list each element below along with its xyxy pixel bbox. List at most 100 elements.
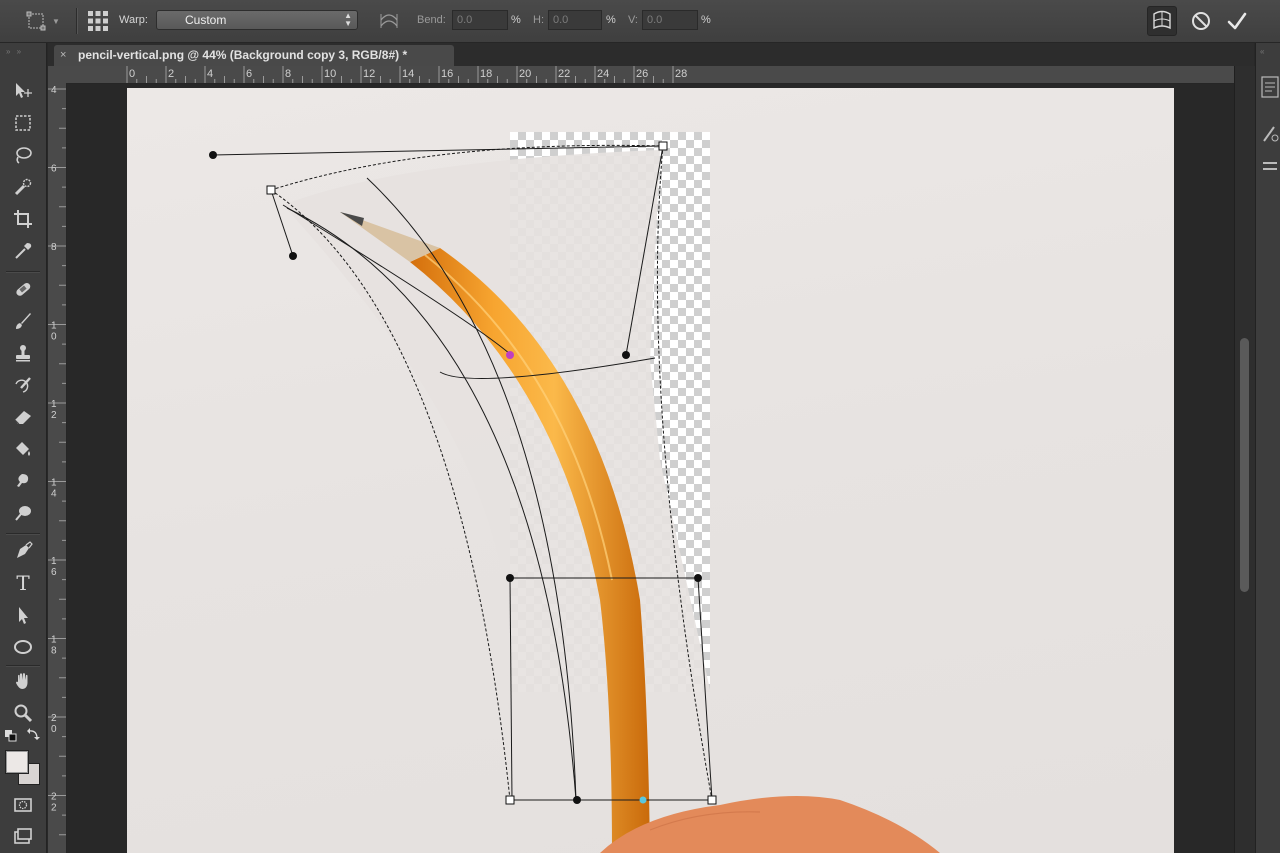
ruler-label: 12 [51, 399, 57, 421]
tool-preset-picker[interactable]: ▼ [26, 0, 70, 42]
scrollbar-thumb[interactable] [1240, 338, 1249, 592]
swap-arrows-icon [27, 728, 40, 740]
rectangular-marquee-tool[interactable] [9, 109, 37, 137]
panel-icon-c[interactable] [1260, 155, 1280, 177]
document-tab-bar: × pencil-vertical.png @ 44% (Background … [48, 43, 1254, 66]
bend-input[interactable]: 0.0 [452, 10, 508, 30]
svg-text:2: 2 [51, 410, 57, 421]
eraser-tool[interactable] [9, 403, 37, 431]
quick-selection-icon [14, 178, 32, 196]
chevron-down-icon: ▼ [52, 16, 60, 26]
eyedropper-tool[interactable] [9, 237, 37, 265]
ruler-label: 4 [51, 85, 57, 96]
paint-bucket-tool[interactable] [9, 435, 37, 463]
h-percent: % [606, 14, 616, 26]
paint-bucket-icon [16, 442, 30, 456]
quick-mask-mode-button[interactable] [9, 791, 37, 819]
vertical-ruler[interactable]: 46810121416182022 [48, 83, 67, 853]
cancel-transform-button[interactable] [1186, 6, 1216, 36]
ellipse-tool[interactable] [9, 633, 37, 661]
swap-colors-button[interactable] [26, 727, 40, 741]
horizontal-ruler[interactable]: 0 2 4 6 8 10 12 14 16 18 20 22 24 26 28 [66, 66, 1234, 84]
bend-percent: % [511, 14, 521, 26]
warp-orientation-icon [380, 14, 398, 28]
crop-tool[interactable] [9, 205, 37, 233]
ruler-label: 16 [441, 68, 453, 80]
blur-tool[interactable] [9, 467, 37, 495]
vertical-scrollbar[interactable] [1234, 66, 1255, 853]
path-selection-tool[interactable] [9, 601, 37, 629]
ruler-label: 24 [597, 68, 609, 80]
svg-text:2: 2 [51, 803, 57, 814]
quick-mask-icon [14, 798, 32, 812]
v-percent: % [701, 14, 711, 26]
screen-mode-icon [14, 828, 32, 844]
tools-panel: » » T [0, 43, 47, 853]
lasso-tool[interactable] [9, 141, 37, 169]
v-distortion-input[interactable]: 0.0 [642, 10, 698, 30]
panel-grip[interactable]: » » [6, 47, 40, 56]
ruler-label: 2 [168, 68, 174, 80]
stamp-icon [16, 345, 30, 362]
v-distortion-label: V: [628, 14, 638, 26]
panel-icon-a[interactable] [1260, 73, 1280, 98]
document-tab-title: pencil-vertical.png @ 44% (Background co… [78, 48, 408, 62]
ruler-label: 16 [51, 556, 57, 578]
ruler-origin[interactable] [48, 66, 67, 84]
document-tab[interactable]: × pencil-vertical.png @ 44% (Background … [54, 45, 454, 66]
brush-tool[interactable] [9, 307, 37, 335]
h-distortion-input[interactable]: 0.0 [548, 10, 602, 30]
svg-text:1: 1 [51, 478, 57, 489]
spot-healing-brush-tool[interactable] [9, 275, 37, 303]
quick-selection-tool[interactable] [9, 173, 37, 201]
ruler-label: 22 [558, 68, 570, 80]
dodge-icon [15, 506, 31, 521]
panel-icon-b[interactable] [1260, 123, 1280, 145]
ruler-label: 10 [51, 321, 57, 343]
foreground-color-swatch[interactable] [5, 750, 29, 774]
close-tab-icon[interactable]: × [60, 45, 66, 66]
dodge-tool[interactable] [9, 499, 37, 527]
bandage-icon [16, 282, 31, 296]
history-brush-icon [15, 377, 31, 393]
commit-transform-button[interactable] [1222, 6, 1252, 36]
hand-tool[interactable] [9, 667, 37, 695]
path-selection-icon [19, 607, 28, 624]
svg-text:8: 8 [51, 242, 57, 253]
ruler-label: 12 [363, 68, 375, 80]
move-icon [16, 83, 32, 98]
panel-grip[interactable]: « [1260, 47, 1264, 56]
move-tool[interactable] [9, 77, 37, 105]
svg-text:1: 1 [51, 556, 57, 567]
tool-group-divider [6, 665, 40, 666]
ruler-label: 10 [324, 68, 336, 80]
horizontal-ruler-ticks: 0 2 4 6 8 10 12 14 16 18 20 22 24 26 28 [126, 66, 687, 83]
switch-free-transform-warp-button[interactable] [1147, 6, 1177, 36]
checkmark-icon [1227, 12, 1247, 30]
smudge-icon [17, 474, 29, 487]
pen-tool[interactable] [9, 537, 37, 565]
zoom-tool[interactable] [9, 699, 37, 727]
svg-text:8: 8 [51, 646, 57, 657]
lasso-icon [16, 147, 32, 164]
brush-icon [16, 313, 31, 329]
warp-style-select[interactable]: Custom ▲ ▼ [156, 10, 358, 30]
ruler-label: 0 [129, 68, 135, 80]
svg-text:2: 2 [51, 792, 57, 803]
ruler-label: 14 [51, 478, 57, 500]
history-brush-tool[interactable] [9, 371, 37, 399]
screen-mode-button[interactable] [9, 823, 37, 851]
transparent-area [510, 132, 710, 692]
change-warp-orientation-button[interactable] [374, 6, 404, 36]
clone-stamp-tool[interactable] [9, 339, 37, 367]
ruler-label: 18 [480, 68, 492, 80]
reference-point-grid[interactable] [86, 0, 110, 42]
options-bar: ▼ Warp: Custom ▲ ▼ Bend: 0.0 % H: 0.0 % V… [0, 0, 1280, 43]
type-tool[interactable]: T [9, 569, 37, 597]
default-colors-button[interactable] [4, 729, 18, 743]
ellipse-icon [14, 640, 32, 654]
bend-label: Bend: [417, 14, 446, 26]
svg-text:6: 6 [51, 567, 57, 578]
brush-settings-icon [1263, 126, 1279, 142]
ruler-label: 18 [51, 635, 57, 657]
